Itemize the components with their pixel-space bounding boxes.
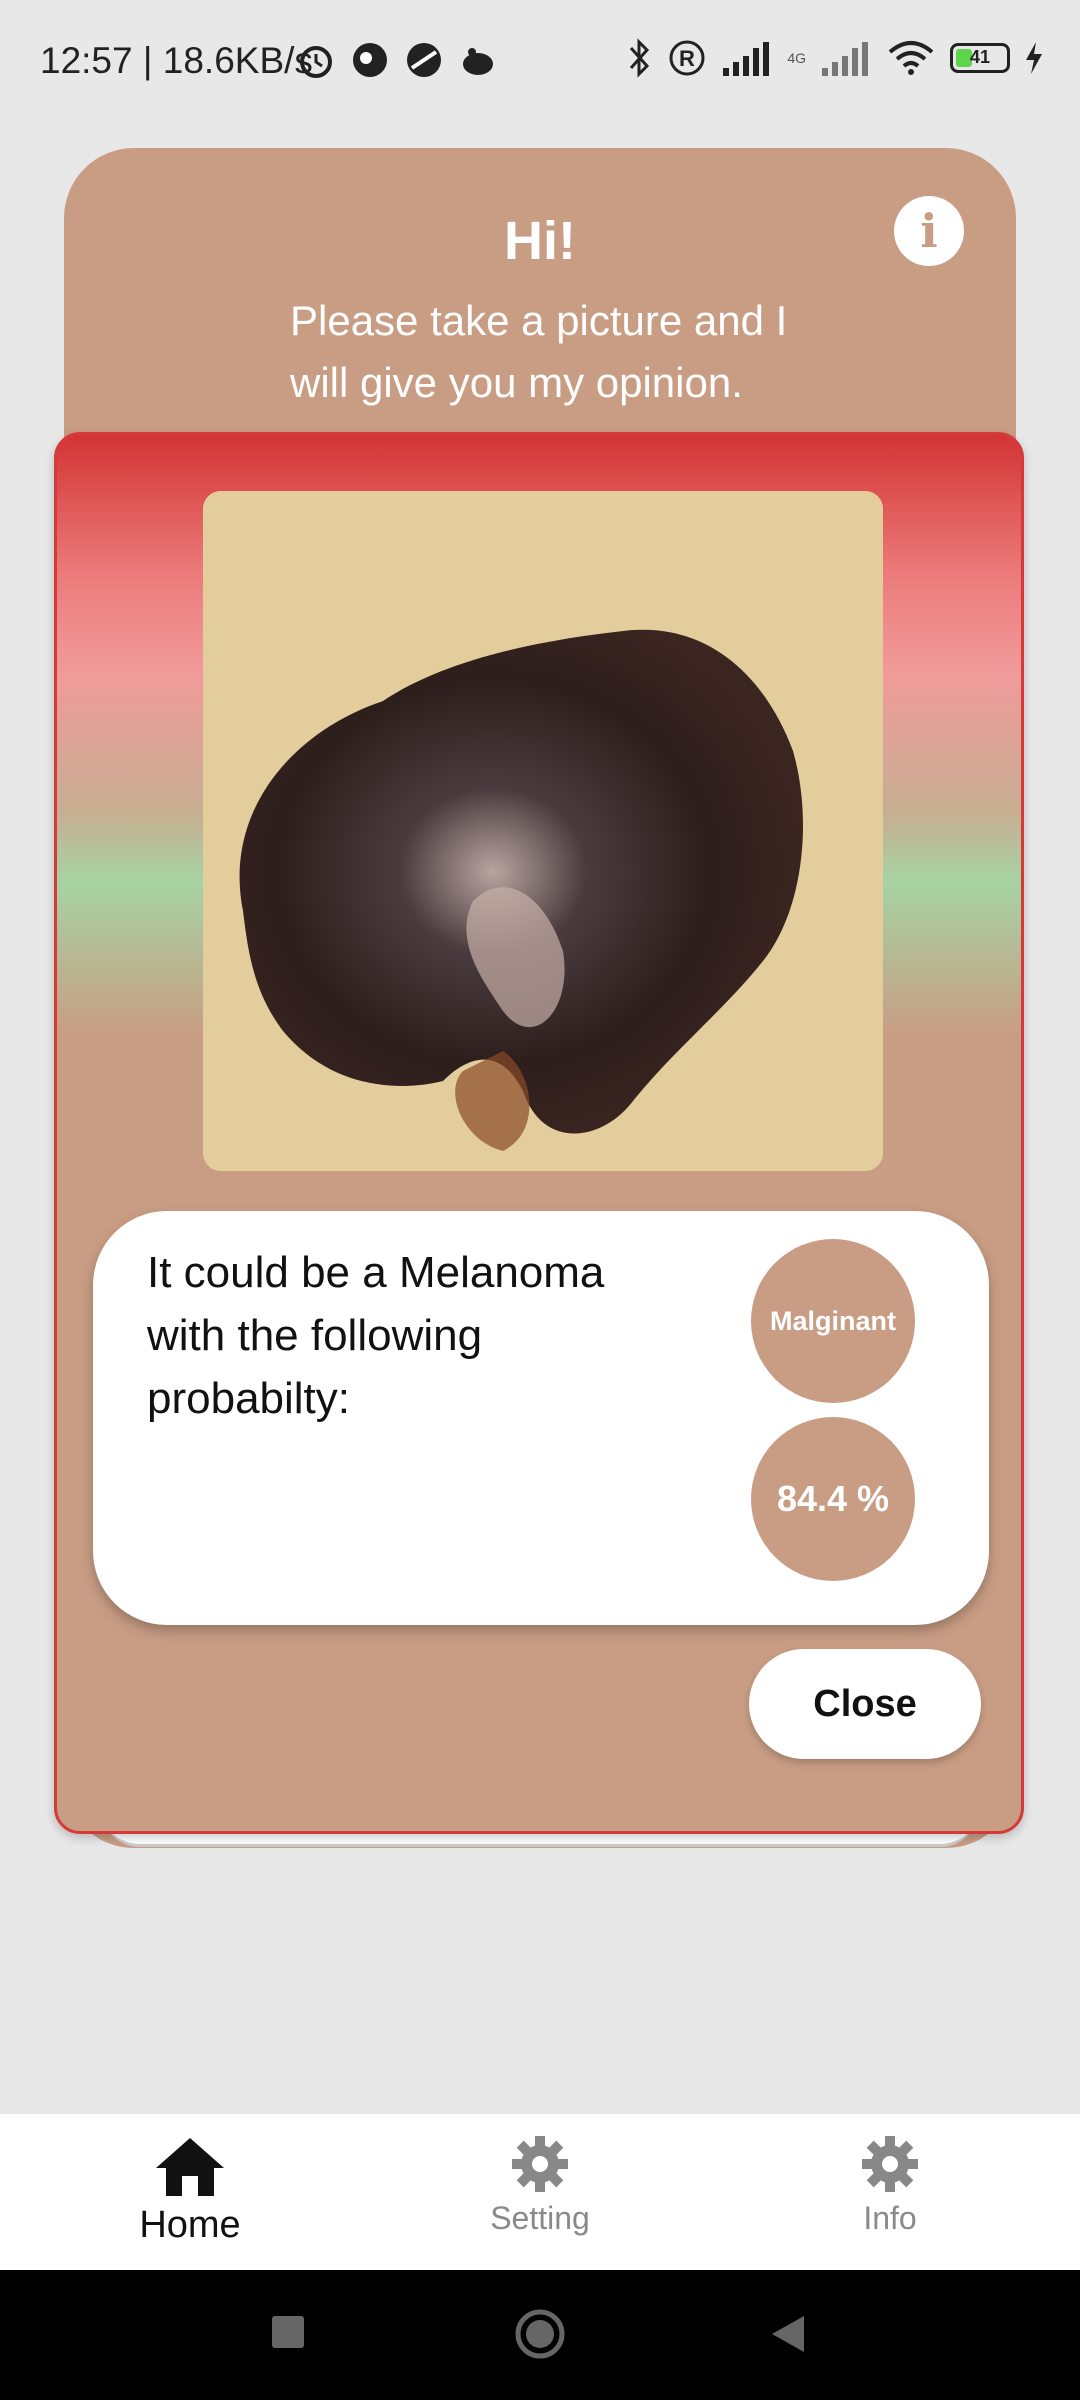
gear-icon: [512, 2136, 568, 2192]
status-time: 12:57 | 18.6KB/s: [40, 40, 313, 81]
nav-home[interactable]: Home: [70, 2134, 310, 2247]
result-card: It could be a Melanoma with the followin…: [93, 1211, 989, 1625]
probability-badge: 84.4 %: [751, 1417, 915, 1581]
nav-setting-label: Setting: [490, 2200, 590, 2236]
svg-text:R: R: [679, 46, 695, 71]
nav-home-label: Home: [139, 2204, 241, 2246]
system-navigation-bar: [0, 2270, 1080, 2400]
system-status-icons: R 4G 41: [625, 38, 1044, 78]
back-icon[interactable]: [770, 2314, 806, 2354]
bottom-navigation: Home Setting Info: [0, 2114, 1080, 2270]
recents-icon[interactable]: [270, 2314, 306, 2350]
wifi-icon: [888, 41, 934, 75]
app-icon: [350, 40, 390, 80]
bluetooth-icon: [630, 38, 650, 78]
battery-level: 41: [969, 47, 991, 67]
status-bar: 12:57 | 18.6KB/s R 4G 41: [0, 0, 1080, 130]
nav-setting[interactable]: Setting: [420, 2134, 660, 2237]
home-icon: [156, 2138, 224, 2196]
greeting-subtitle: Please take a picture and I will give yo…: [290, 297, 788, 406]
registered-icon: R: [669, 40, 705, 76]
result-dialog: It could be a Melanoma with the followin…: [54, 432, 1024, 1834]
charging-icon: [1026, 42, 1042, 74]
gear-icon: [862, 2136, 918, 2192]
signal-icon: [723, 42, 770, 76]
classification-badge: Malginant: [751, 1239, 915, 1403]
app-icon: [458, 40, 498, 80]
nav-info-label: Info: [863, 2200, 917, 2236]
home-button-icon[interactable]: [514, 2308, 566, 2360]
app-icon: [404, 40, 444, 80]
info-icon[interactable]: i: [894, 196, 964, 266]
alarm-icon: [296, 40, 336, 80]
signal-icon: [822, 42, 868, 76]
battery-icon: 41: [950, 43, 1010, 73]
lesion-photo: [203, 491, 883, 1171]
network-type: 4G: [787, 50, 806, 66]
result-description: It could be a Melanoma with the followin…: [147, 1248, 605, 1423]
close-button[interactable]: Close: [749, 1649, 981, 1759]
notification-icons: [296, 40, 498, 80]
nav-info[interactable]: Info: [770, 2134, 1010, 2237]
